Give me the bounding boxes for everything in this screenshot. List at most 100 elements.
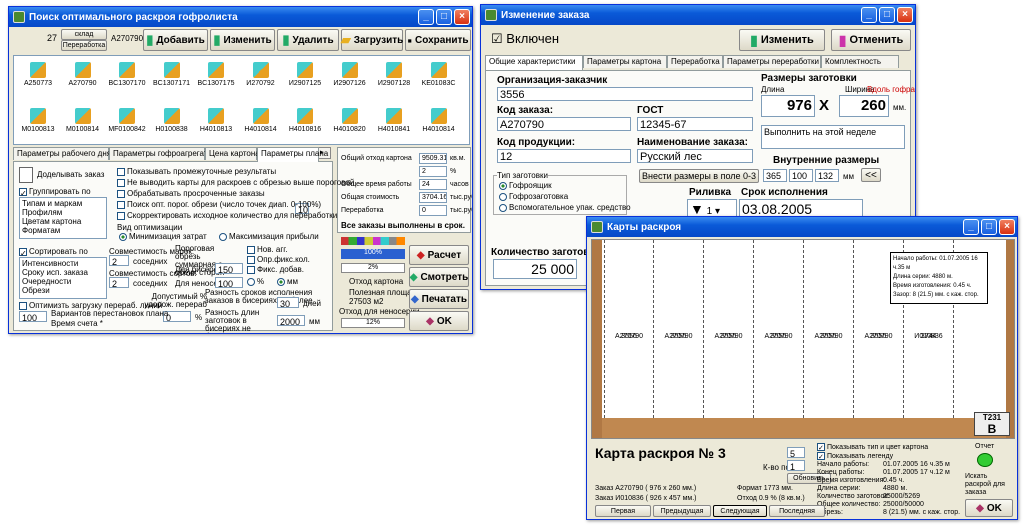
plan-checkbox[interactable] [117,189,125,198]
back-button[interactable]: << [861,168,881,182]
t2-radio[interactable]: Гофрозаготовка [499,192,568,201]
sort-option[interactable]: Обрези [22,286,104,295]
nav-button[interactable]: Последняя [769,505,825,517]
print-button[interactable]: ◆ Печатать [409,289,469,309]
strip[interactable]: A270790 3556 [604,240,654,418]
kod-input[interactable]: A270790 [497,117,631,131]
mm-radio[interactable]: мм [277,277,298,286]
prod-input[interactable]: 12 [497,149,631,163]
plan-check[interactable]: Показывать промежуточные результаты [117,167,276,176]
sort-option[interactable]: Очередности [22,277,104,286]
org-input[interactable]: 3556 [497,87,753,101]
order-item[interactable]: И2907125 [285,62,325,87]
tab-w2-4[interactable]: Комплектность [821,55,899,68]
fiks-checkbox[interactable] [247,265,255,274]
nav-button[interactable]: Первая [595,505,651,517]
tab-w2-0[interactable]: Общие характеристики [485,55,583,70]
order-item[interactable]: H4010813 [196,108,236,133]
plan-check[interactable]: Обрабатывать просроченные заказы [117,189,265,198]
opr-checkbox[interactable] [247,255,255,264]
order-item[interactable]: A270790 [63,62,103,87]
cutting-canvas[interactable]: A270790 3556 A270790 3556 A270790 3556 A270790… [591,239,1015,439]
nov-checkbox[interactable] [247,245,255,254]
note-input[interactable]: Выполнить на этой неделе [761,125,905,149]
t1-radio[interactable]: Гофроящик [499,181,552,190]
stat-value[interactable]: 2 [419,166,447,177]
razd-input[interactable]: 2000 [277,315,305,326]
strip[interactable]: A270790 3556 [704,240,754,418]
tab-w2-2[interactable]: Переработка [667,55,723,68]
check-icon[interactable]: ☑ [491,31,506,46]
plan-checkbox[interactable] [117,167,125,176]
plan-check[interactable]: Не выводить карты для раскроев с обрезью… [117,178,354,187]
fiks-check[interactable]: Фикс. добав. [247,265,304,274]
order-item[interactable]: BC1307175 [196,62,236,87]
load-button[interactable]: ▰ Загрузить [341,29,403,51]
order-item[interactable]: H4010816 [285,108,325,133]
nav-button[interactable]: Предыдущая [653,505,711,517]
naim-input[interactable]: Русский лес [637,149,753,163]
order-item[interactable]: И2907128 [374,62,414,87]
t3-dot[interactable] [499,203,507,212]
view-button[interactable]: ◆ Смотреть [409,267,469,287]
maximize-icon[interactable]: □ [436,9,452,25]
enabled-check[interactable]: ☑ Включен [491,31,559,47]
nov-check[interactable]: Нов. агг. [247,245,287,254]
add-button[interactable]: ▮ Добавить [143,29,208,51]
kvo1-input[interactable]: 5 [787,447,805,458]
pererab-button[interactable]: Переработка [61,40,107,51]
maximize-icon-3[interactable]: □ [981,219,997,235]
bis-input[interactable]: 150 [215,263,243,274]
vnesti-button[interactable]: Внести размеры в поле 0-3 [639,169,759,183]
width-input[interactable]: 260 [839,95,889,117]
group-option[interactable]: Форматам [22,226,104,235]
delete-button[interactable]: ▮ Удалить [277,29,339,51]
sort-check[interactable]: ✓ Сортировать по [19,247,88,258]
max-radio[interactable]: Максимизация прибыли [219,232,319,241]
order-item[interactable]: BC1307171 [152,62,192,87]
group-option[interactable]: Цветам картона [22,217,104,226]
var-input[interactable]: 100 [19,311,47,322]
sovm2-input[interactable]: 2 [109,277,129,288]
order-item[interactable]: H0100838 [152,108,192,133]
chk2-box[interactable]: ✓ [817,452,825,461]
t2-dot[interactable] [499,192,507,201]
optim-checkbox[interactable] [19,301,27,310]
group-option[interactable]: Типам и маркам [22,199,104,208]
order-item[interactable]: M0100813 [18,108,58,133]
sort-checkbox[interactable]: ✓ [19,247,27,258]
plan-check[interactable]: Поиск опт. порог. обрези (число точек ди… [117,200,321,209]
t3-radio[interactable]: Вспомогательное упак. средство [499,203,631,212]
edit-order-button[interactable]: ▮ Изменить [739,29,825,51]
vn2-input[interactable]: 100 [789,169,813,182]
stat-value[interactable]: 0 [419,205,447,216]
order-item[interactable]: A250773 [18,62,58,87]
close-icon-3[interactable]: × [999,219,1015,235]
gost-input[interactable]: 12345-67 [637,117,753,131]
vn1-input[interactable]: 365 [763,169,787,182]
group-option[interactable]: Профилям [22,208,104,217]
strip[interactable]: A270790 3556 [654,240,704,418]
nav-button[interactable]: Следующая [713,505,767,517]
close-icon-2[interactable]: × [897,7,913,23]
order-item[interactable]: H4010841 [374,108,414,133]
stat-value[interactable]: 9509.31 [419,153,447,164]
nonos-input[interactable]: 100 [215,277,243,288]
sort-option[interactable]: Интенсивности [22,259,104,268]
minimize-icon-2[interactable]: _ [861,7,877,23]
kvo2-input[interactable]: 1 [787,460,805,471]
ok-button[interactable]: ◆ OK [409,311,469,331]
order-item[interactable]: MF0100842 [107,108,147,133]
chk2[interactable]: ✓ Показывать легенду [817,452,893,461]
min-radio[interactable]: Минимизация затрат [119,232,207,241]
plan-checkbox[interactable] [117,200,125,209]
tab-w1-0[interactable]: Параметры рабочего дня [13,147,111,160]
kol-input[interactable]: 25 000 [493,259,577,279]
ok-button-3[interactable]: ◆ OK [965,499,1013,517]
min-radio-dot[interactable] [119,232,127,241]
t1-dot[interactable] [499,181,507,190]
tab-w1-3[interactable]: Параметры плана [257,147,328,162]
calc-button[interactable]: ◆ Расчет [409,245,469,265]
order-item[interactable]: BC1307170 [107,62,147,87]
order-item[interactable]: И2907126 [330,62,370,87]
